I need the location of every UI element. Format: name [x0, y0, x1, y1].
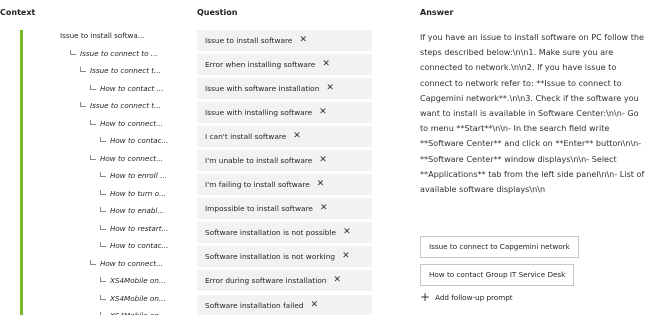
qna-editor: Context Question Answer Issue to install…	[0, 0, 647, 315]
question-column-header: Question	[197, 8, 238, 17]
context-tree-label: How to turn o...	[110, 188, 166, 198]
context-tree-item[interactable]: Issue to connect t...	[0, 100, 190, 118]
question-item[interactable]: Issue to install software ✕	[197, 30, 372, 51]
question-text: Issue to install software	[205, 36, 293, 45]
context-tree-label: How to contac...	[110, 241, 169, 250]
answer-panel: If you have an issue to install software…	[420, 30, 645, 304]
question-text: Impossible to install software	[205, 204, 313, 214]
context-tree-label: How to contac...	[110, 136, 169, 145]
close-icon[interactable]: ✕	[317, 174, 325, 195]
question-item[interactable]: Issue with software installation ✕	[197, 78, 372, 100]
question-item[interactable]: I'm failing to install software ✕	[197, 174, 372, 196]
followup-prompt-button[interactable]: Issue to connect to Capgemini network	[420, 236, 579, 258]
add-followup-prompt-button[interactable]: + Add follow-up prompt	[420, 290, 645, 304]
tree-connector	[80, 102, 86, 107]
followup-prompt-button[interactable]: How to contact Group IT Service Desk	[420, 264, 575, 286]
context-tree-item[interactable]: Issue to connect to ...	[0, 48, 190, 66]
question-item[interactable]: I can't install software ✕	[197, 126, 372, 148]
context-tree-item[interactable]: XS4Mobile on...	[0, 310, 190, 315]
context-tree-item[interactable]: How to restart...	[0, 223, 190, 241]
question-item[interactable]: Impossible to install software ✕	[197, 198, 372, 220]
context-tree-label: XS4Mobile on...	[110, 293, 166, 303]
context-tree-item[interactable]: How to connect...	[0, 153, 190, 171]
close-icon[interactable]: ✕	[342, 246, 350, 267]
question-text: Software installation is not possible	[205, 228, 337, 238]
context-tree-label: How to connect...	[100, 118, 163, 128]
close-icon[interactable]: ✕	[343, 222, 351, 243]
context-tree-label: How to connect...	[100, 153, 163, 163]
tree-connector	[70, 49, 76, 55]
tree-connector	[100, 294, 106, 300]
tree-connector	[90, 154, 96, 160]
question-text: Issue with software installation	[205, 84, 320, 94]
question-text: Issue with installing software	[205, 108, 313, 118]
context-tree-label: How to connect...	[100, 258, 163, 268]
add-followup-label: Add follow-up prompt	[435, 292, 513, 302]
context-tree-item[interactable]: XS4Mobile on...	[0, 293, 190, 311]
context-tree-label: Issue to connect to ...	[80, 48, 158, 58]
context-tree-item[interactable]: How to contact ...	[0, 83, 190, 101]
question-text: Software installation is not working	[205, 252, 336, 262]
close-icon[interactable]: ✕	[299, 30, 307, 51]
answer-text[interactable]: If you have an issue to install software…	[420, 30, 645, 230]
context-tree-label: Issue to connect t...	[90, 66, 161, 75]
context-tree-item[interactable]: XS4Mobile on...	[0, 275, 190, 293]
question-item[interactable]: Error during software installation ✕	[197, 270, 372, 292]
tree-connector	[100, 224, 106, 230]
context-tree-label: How to enabl...	[110, 206, 165, 215]
close-icon[interactable]: ✕	[311, 295, 319, 315]
context-tree-label: XS4Mobile on...	[110, 276, 166, 285]
question-item[interactable]: I'm unable to install software ✕	[197, 150, 372, 172]
question-text: Software installation failed	[205, 300, 304, 310]
close-icon[interactable]: ✕	[319, 102, 327, 123]
question-item[interactable]: Software installation is not possible ✕	[197, 222, 372, 244]
context-tree-item[interactable]: Issue to connect t...	[0, 65, 190, 83]
tree-connector	[100, 189, 106, 195]
answer-column-header: Answer	[420, 8, 454, 17]
context-tree-label: Issue to install softwa...	[60, 31, 145, 40]
question-text: I can't install software	[205, 132, 287, 142]
context-tree-item[interactable]: How to contac...	[0, 135, 190, 153]
context-tree-label: How to restart...	[110, 223, 169, 233]
context-column-header: Context	[0, 8, 36, 17]
tree-connector	[90, 119, 96, 125]
question-item[interactable]: Issue with installing software ✕	[197, 102, 372, 124]
context-tree-label: Issue to connect t...	[90, 101, 161, 110]
context-tree-item[interactable]: How to turn o...	[0, 188, 190, 206]
question-text: I'm unable to install software	[205, 156, 313, 166]
tree-connector	[100, 172, 106, 177]
context-tree: Issue to install softwa... Issue to conne…	[0, 30, 190, 315]
question-text: Error when installing software	[205, 60, 316, 70]
context-tree-item[interactable]: How to connect...	[0, 258, 190, 276]
tree-connector	[100, 207, 106, 212]
context-tree-item[interactable]: How to contac...	[0, 240, 190, 258]
context-tree-item[interactable]: How to connect...	[0, 118, 190, 136]
context-tree-label: How to enroll ...	[110, 171, 167, 180]
context-tree-label: How to contact ...	[100, 83, 164, 93]
question-item[interactable]: Software installation is not working ✕	[197, 246, 372, 268]
context-tree-item[interactable]: How to enabl...	[0, 205, 190, 223]
question-item[interactable]: Software installation failed ✕	[197, 294, 372, 315]
context-tree-label: XS4Mobile on...	[110, 311, 166, 315]
close-icon[interactable]: ✕	[326, 78, 334, 99]
close-icon[interactable]: ✕	[293, 126, 301, 147]
tree-connector	[90, 84, 96, 90]
context-tree-item[interactable]: How to enroll ...	[0, 170, 190, 188]
context-tree-item[interactable]: Issue to install softwa...	[0, 30, 190, 48]
close-icon[interactable]: ✕	[320, 198, 328, 219]
tree-connector	[80, 67, 86, 72]
tree-connector	[100, 277, 106, 282]
followup-prompts: Issue to connect to Capgemini network How…	[420, 230, 645, 286]
close-icon[interactable]: ✕	[333, 270, 341, 291]
question-text: I'm failing to install software	[205, 180, 310, 190]
tree-connector	[100, 242, 106, 247]
tree-connector	[90, 259, 96, 265]
close-icon[interactable]: ✕	[322, 54, 330, 75]
plus-icon: +	[420, 290, 431, 304]
close-icon[interactable]: ✕	[319, 150, 327, 171]
question-text: Error during software installation	[205, 276, 327, 286]
question-list: Issue to install software ✕ Error when ins…	[197, 30, 372, 315]
question-item[interactable]: Error when installing software ✕	[197, 54, 372, 76]
tree-connector	[100, 137, 106, 142]
